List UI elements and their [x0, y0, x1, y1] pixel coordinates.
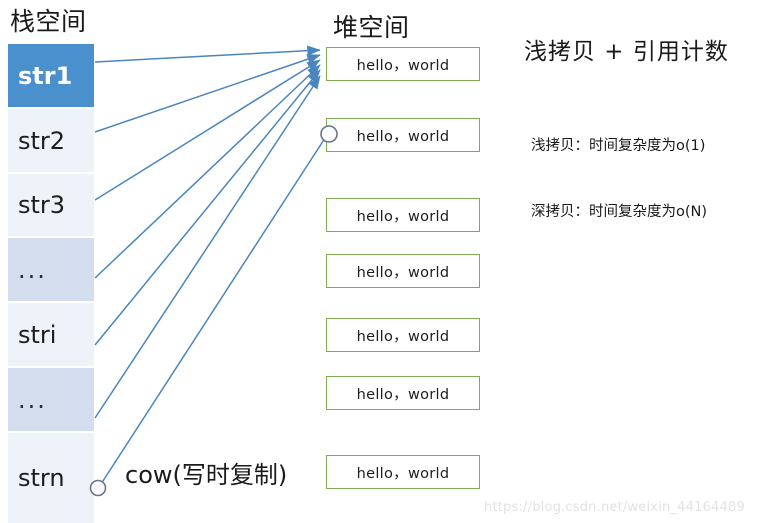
stack-column: str1 str2 str3 ... stri ... strn — [8, 44, 94, 523]
cow-label: cow(写时复制) — [125, 461, 288, 489]
heap-box[interactable]: hello，world — [326, 118, 480, 152]
stack-cell-label: ... — [18, 255, 47, 284]
diagram-canvas: 栈空间 堆空间 str1 str2 str3 ... stri ... strn… — [0, 0, 762, 523]
stack-cell-str1[interactable]: str1 — [8, 44, 94, 107]
note-deep-complexity: 深拷贝：时间复杂度为o(N) — [531, 204, 708, 220]
stack-cell-ellipsis-upper[interactable]: ... — [8, 238, 94, 301]
arrow-str3-to-heap — [94, 59, 321, 201]
heap-box[interactable]: hello，world — [326, 376, 480, 410]
stack-space-title: 栈空间 — [10, 7, 87, 36]
stack-cell-strn[interactable]: strn — [8, 433, 94, 523]
line-strn-to-heap2 — [100, 134, 328, 485]
heap-box-text: hello，world — [356, 208, 450, 225]
heap-box-text: hello，world — [356, 328, 450, 345]
arrow-ellipsis-lower-to-heap — [94, 75, 321, 419]
arrow-str1-to-heap — [94, 45, 321, 63]
heap-box-text: hello，world — [356, 264, 450, 281]
stack-cell-label: str1 — [18, 61, 73, 90]
stack-cell-label: str2 — [18, 126, 66, 155]
heap-box-text: hello，world — [356, 386, 450, 403]
stack-cell-ellipsis-lower[interactable]: ... — [8, 368, 94, 431]
stack-cell-str3[interactable]: str3 — [8, 174, 94, 236]
watermark: https://blog.csdn.net/weixin_44164489 — [484, 500, 745, 515]
arrow-stri-to-heap — [94, 69, 321, 346]
note-shallow-copy-refcount: 浅拷贝 + 引用计数 — [524, 39, 729, 65]
heap-box[interactable]: hello，world — [326, 318, 480, 352]
heap-box-text: hello，world — [356, 57, 450, 74]
stack-cell-label: strn — [18, 464, 65, 492]
stack-cell-label: ... — [18, 385, 47, 414]
heap-box-text: hello，world — [356, 128, 450, 145]
stack-cell-stri[interactable]: stri — [8, 303, 94, 366]
stack-cell-label: str3 — [18, 191, 66, 219]
heap-box[interactable]: hello，world — [326, 455, 480, 489]
stack-cell-label: stri — [18, 320, 57, 349]
heap-box[interactable]: hello，world — [326, 254, 480, 288]
heap-box[interactable]: hello，world — [326, 47, 480, 81]
arrow-str2-to-heap — [94, 54, 321, 133]
heap-space-title: 堆空间 — [333, 13, 410, 42]
stack-cell-str2[interactable]: str2 — [8, 109, 94, 172]
arrow-ellipsis-upper-to-heap — [94, 64, 321, 279]
note-shallow-complexity: 浅拷贝：时间复杂度为o(1) — [531, 138, 706, 154]
heap-box[interactable]: hello，world — [326, 198, 480, 232]
heap-box-text: hello，world — [356, 465, 450, 482]
